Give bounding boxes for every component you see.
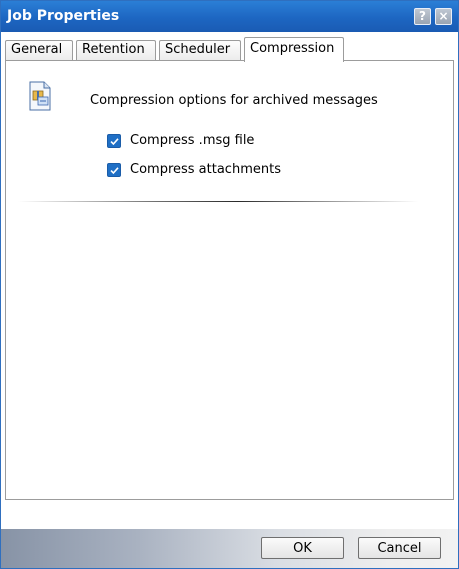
help-icon: ? — [419, 9, 426, 23]
tab-strip: General Retention Scheduler Compression — [5, 37, 455, 62]
compress-attachments-label: Compress attachments — [130, 162, 281, 177]
close-button[interactable]: × — [435, 8, 452, 25]
compression-panel: Compression options for archived message… — [5, 60, 454, 500]
title-bar[interactable]: Job Properties ? × — [1, 1, 458, 32]
separator-line — [18, 201, 418, 202]
checkmark-icon — [110, 167, 119, 175]
close-icon: × — [438, 9, 449, 23]
tab-compression[interactable]: Compression — [244, 37, 344, 62]
compression-description: Compression options for archived message… — [90, 93, 378, 108]
compress-msg-label: Compress .msg file — [130, 133, 255, 148]
checkmark-icon — [110, 138, 119, 146]
window-title: Job Properties — [7, 8, 120, 24]
tab-general[interactable]: General — [5, 40, 73, 60]
help-button[interactable]: ? — [414, 8, 431, 25]
cancel-button[interactable]: Cancel — [358, 537, 441, 559]
tab-retention[interactable]: Retention — [76, 40, 156, 60]
job-properties-dialog: Job Properties ? × General Retention Sch… — [0, 0, 459, 569]
ok-button[interactable]: OK — [261, 537, 344, 559]
tab-scheduler[interactable]: Scheduler — [159, 40, 241, 60]
dialog-body: General Retention Scheduler Compression … — [1, 32, 458, 529]
compress-attachments-checkbox[interactable] — [107, 163, 121, 177]
compress-msg-checkbox[interactable] — [107, 134, 121, 148]
dialog-footer: OK Cancel — [1, 529, 458, 568]
compressed-document-icon — [28, 81, 52, 111]
